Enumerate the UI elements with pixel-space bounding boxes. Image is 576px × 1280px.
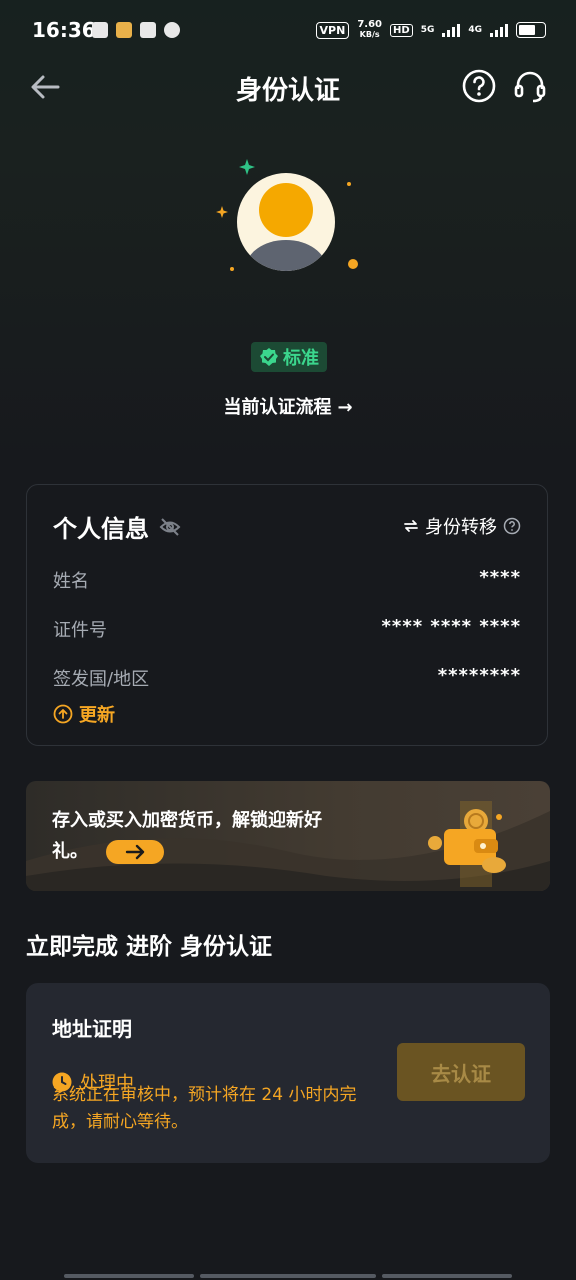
signal-5g-icon [442, 23, 461, 37]
transfer-arrows-icon [404, 520, 418, 532]
address-proof-card: 地址证明 处理中 系统正在审核中，预计将在 24 小时内完成，请耐心等待。 去认… [26, 983, 550, 1163]
sparkle-yellow-icon [216, 206, 228, 218]
arrow-right-icon: → [337, 397, 353, 418]
tiktok-app-icon [140, 22, 156, 38]
promo-banner[interactable]: 存入或买入加密货币，解锁迎新好礼。 [26, 781, 550, 891]
info-row-name: 姓名 **** [53, 567, 521, 592]
status-bar: 16:36 VPN 7.60 KB/s HD 5G 4G [0, 0, 576, 62]
wallet-coin-icon [428, 801, 506, 887]
signal-4g-icon [490, 23, 508, 37]
address-proof-title: 地址证明 [52, 1017, 132, 1041]
net-type-5g: 5G [420, 25, 435, 35]
app-header: 身份认证 [0, 62, 576, 112]
weibo-app-icon [116, 22, 132, 38]
dot-decoration [347, 182, 351, 186]
dot-decoration [230, 267, 234, 271]
hide-eye-icon[interactable] [159, 516, 181, 538]
help-icon[interactable] [462, 69, 496, 103]
upload-arrow-icon [53, 704, 73, 724]
personal-info-title: 个人信息 [53, 515, 149, 543]
info-help-icon[interactable] [503, 517, 521, 535]
status-right: VPN 7.60 KB/s HD 5G 4G [315, 19, 546, 40]
network-speed: 7.60 KB/s [357, 19, 383, 40]
dot-decoration [348, 259, 358, 269]
badge-label: 标准 [283, 348, 319, 369]
identity-transfer-link[interactable]: 身份转移 [403, 513, 521, 539]
avatar [237, 173, 335, 271]
hd-indicator: HD [390, 23, 413, 37]
message-app-icon [164, 22, 180, 38]
go-verify-button[interactable]: 去认证 [397, 1043, 525, 1101]
arrow-right-icon [125, 844, 145, 860]
verified-check-icon [260, 348, 278, 366]
gesture-navigation-bar [64, 1274, 512, 1278]
promo-go-button[interactable] [106, 840, 164, 864]
notification-icons [92, 22, 180, 38]
vpn-indicator: VPN [315, 21, 350, 39]
personal-info-card: 个人信息 身份转移 姓名 **** 证件号 **** **** **** 签发国… [26, 484, 548, 746]
verification-level-badge: 标准 [251, 342, 327, 372]
processing-description: 系统正在审核中，预计将在 24 小时内完成，请耐心等待。 [52, 1085, 357, 1132]
customer-support-icon[interactable] [512, 69, 548, 105]
update-link[interactable]: 更新 [53, 701, 115, 727]
advanced-section-title: 立即完成 进阶 身份认证 [26, 934, 273, 960]
battery-icon [516, 22, 546, 38]
info-row-id-number: 证件号 **** **** **** [53, 616, 521, 641]
status-time: 16:36 [32, 18, 96, 42]
info-row-country: 签发国/地区 ******** [53, 665, 521, 690]
promo-text: 存入或买入加密货币，解锁迎新好礼。 [52, 810, 322, 862]
current-flow-link[interactable]: 当前认证流程 → [0, 393, 576, 419]
vivo-app-icon [92, 22, 108, 38]
net-type-4g: 4G [468, 25, 482, 35]
